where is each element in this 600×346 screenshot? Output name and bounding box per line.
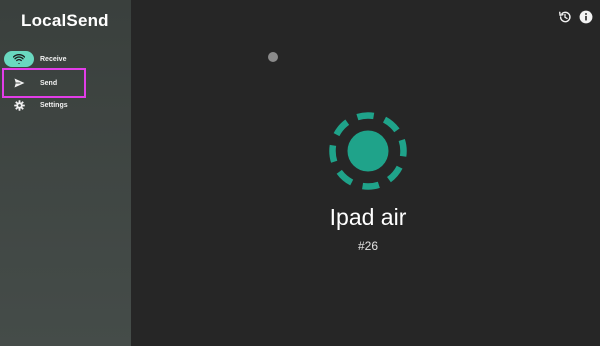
send-icon (14, 78, 24, 88)
gear-icon (13, 99, 25, 111)
device-name: Ipad air (329, 204, 407, 230)
sidebar-item-label: Send (40, 79, 58, 87)
sidebar-item-settings[interactable]: Settings (4, 93, 86, 117)
history-button[interactable] (558, 10, 572, 24)
history-icon (559, 11, 571, 23)
sidebar: LocalSend Receive Send Settings (0, 0, 131, 346)
device-status-icon (329, 112, 407, 190)
receive-icon-pill (4, 51, 34, 67)
sidebar-item-label: Settings (40, 101, 68, 109)
info-button[interactable] (579, 10, 593, 24)
sidebar-item-label: Receive (40, 55, 67, 63)
wifi-icon (13, 54, 25, 64)
info-icon (579, 10, 593, 24)
send-icon-wrap (4, 75, 34, 91)
cursor-dot (268, 52, 278, 62)
device-id: #26 (357, 239, 379, 253)
app-title: LocalSend (21, 11, 109, 30)
settings-icon-wrap (4, 97, 34, 113)
